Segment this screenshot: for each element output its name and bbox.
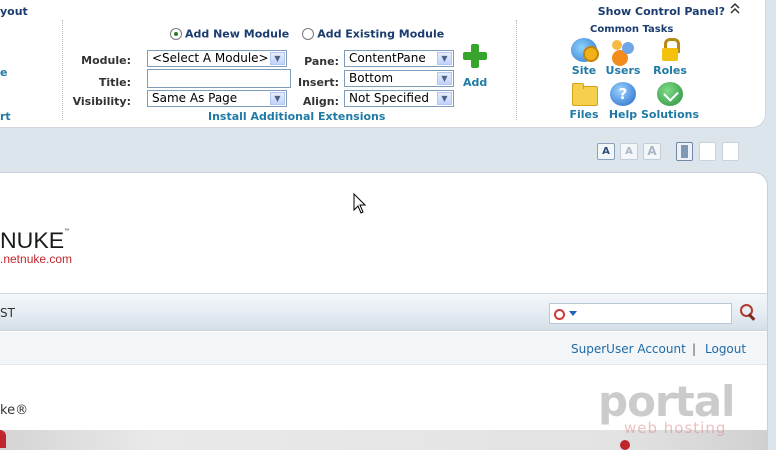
main-nav-bar: ST — [0, 293, 767, 331]
chevron-down-icon: ▼ — [270, 92, 285, 105]
font-size-small-button[interactable]: A — [597, 143, 615, 160]
nav-menu-item[interactable]: ST — [0, 306, 15, 320]
divider — [516, 20, 517, 120]
watermark-logo: portal web hosting — [598, 377, 735, 438]
watermark-sub-text: web hosting — [624, 419, 727, 437]
add-existing-module-label[interactable]: Add Existing Module — [317, 28, 444, 41]
module-select[interactable]: <Select A Module> ▼ — [147, 50, 287, 67]
user-bar: SuperUser Account | Logout — [0, 332, 767, 365]
chevron-down-icon: ▼ — [270, 52, 285, 65]
logo-text: NUKE — [0, 228, 65, 253]
chevron-down-icon: ▼ — [437, 52, 452, 65]
module-select-value: <Select A Module> — [152, 51, 269, 65]
task-roles[interactable]: Roles — [640, 38, 700, 77]
left-panel-link-fragment[interactable]: e — [0, 66, 7, 79]
font-size-medium-button[interactable]: A — [620, 143, 638, 160]
caret-down-icon — [569, 311, 577, 316]
visibility-select[interactable]: Same As Page ▼ — [147, 90, 287, 107]
module-mode-selector: Add New Module Add Existing Module — [170, 27, 444, 41]
title-label: Title: — [98, 76, 131, 89]
control-panel: yout Show Control Panel? e rt Add New Mo… — [0, 0, 766, 128]
help-icon: ? — [610, 82, 636, 106]
logout-link[interactable]: Logout — [705, 342, 746, 356]
layout-medium-button[interactable] — [699, 142, 716, 161]
pane-select-value: ContentPane — [349, 51, 426, 65]
visibility-label: Visibility: — [72, 95, 131, 108]
pane-select[interactable]: ContentPane ▼ — [344, 50, 454, 67]
chevron-down-icon: ▼ — [437, 92, 452, 105]
align-select[interactable]: Not Specified ▼ — [344, 90, 454, 107]
mouse-cursor-icon — [353, 192, 367, 215]
watermark-main-text: portal — [598, 377, 735, 426]
site-url-text: .netnuke.com — [0, 252, 73, 266]
banner-accent — [620, 440, 630, 450]
layout-narrow-button[interactable] — [676, 142, 693, 161]
collapse-panel-icon[interactable] — [729, 2, 741, 16]
banner-accent — [0, 430, 6, 448]
add-new-module-label[interactable]: Add New Module — [185, 28, 289, 41]
search-engine-icon — [554, 309, 565, 320]
visibility-select-value: Same As Page — [152, 91, 238, 105]
task-label: Users — [605, 64, 641, 77]
link-separator: | — [692, 342, 697, 356]
divider — [62, 20, 63, 120]
task-label: Solutions — [640, 108, 700, 121]
task-solutions[interactable]: Solutions — [640, 82, 700, 121]
page-body-text: ke® — [0, 403, 29, 418]
search-type-dropdown[interactable] — [553, 307, 579, 321]
task-label: Roles — [653, 64, 687, 77]
font-size-large-button[interactable]: A — [643, 143, 661, 160]
title-input[interactable] — [147, 69, 291, 88]
add-module-plus-icon[interactable] — [463, 44, 487, 68]
site-logo[interactable]: NUKE™ — [0, 228, 69, 254]
pane-label: Pane: — [304, 55, 339, 68]
module-label: Module: — [81, 54, 131, 67]
solutions-icon — [657, 82, 683, 106]
task-label: Help — [608, 108, 638, 121]
show-control-panel-label[interactable]: Show Control Panel? — [598, 5, 725, 18]
insert-label: Insert: — [297, 76, 339, 89]
align-select-value: Not Specified — [349, 91, 429, 105]
insert-select-value: Bottom — [349, 71, 394, 85]
layout-mode-label[interactable]: yout — [0, 5, 28, 18]
align-label: Align: — [302, 95, 339, 108]
search-input[interactable] — [549, 303, 732, 324]
users-icon — [610, 38, 636, 62]
search-icon[interactable] — [739, 303, 757, 321]
common-tasks-title: Common Tasks — [590, 24, 674, 35]
add-existing-module-radio[interactable] — [302, 28, 315, 40]
chevron-down-icon: ▼ — [437, 72, 452, 85]
add-module-button[interactable]: Add — [463, 76, 487, 89]
add-new-module-radio[interactable] — [170, 28, 182, 40]
left-panel-link-fragment[interactable]: rt — [0, 110, 11, 123]
logo-trademark: ™ — [64, 228, 70, 234]
install-extensions-link[interactable]: Install Additional Extensions — [208, 110, 385, 123]
superuser-account-link[interactable]: SuperUser Account — [571, 342, 686, 356]
insert-select[interactable]: Bottom ▼ — [344, 70, 454, 87]
layout-wide-button[interactable] — [722, 142, 739, 161]
roles-lock-icon — [657, 38, 683, 62]
